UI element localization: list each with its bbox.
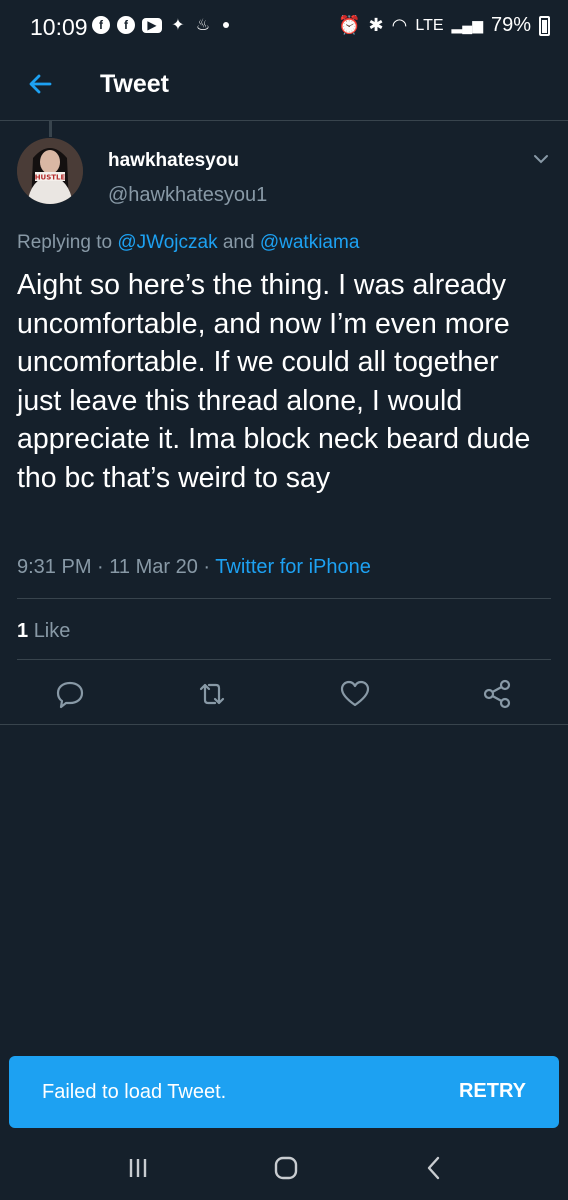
nav-back-icon[interactable] <box>418 1152 450 1184</box>
notification-icons: f f ▶ ✦ ♨ <box>92 16 229 34</box>
mention-link[interactable]: @watkiama <box>260 232 360 253</box>
replying-and: and <box>222 232 255 253</box>
like-count: 1 <box>17 620 29 642</box>
reply-icon[interactable] <box>54 678 86 710</box>
more-notifications-dot <box>223 22 229 28</box>
tweet-actions <box>0 672 568 716</box>
page-title: Tweet <box>100 70 169 98</box>
chevron-down-icon[interactable] <box>532 150 550 168</box>
alarm-icon: ⏰ <box>338 15 361 35</box>
retweet-icon[interactable] <box>196 678 228 710</box>
avatar-image: HUSTLE <box>17 138 83 204</box>
bluetooth-icon: ✱ <box>368 15 384 35</box>
system-icons: ⏰ ✱ ◠ LTE ▂▄▆ 79% <box>338 14 550 37</box>
tweet-source[interactable]: Twitter for iPhone <box>215 556 371 578</box>
toast-message: Failed to load Tweet. <box>42 1081 227 1103</box>
meta-separator: · <box>97 556 110 578</box>
replying-prefix: Replying to <box>17 232 113 253</box>
share-icon[interactable] <box>481 678 513 710</box>
home-icon[interactable] <box>270 1152 302 1184</box>
battery-icon <box>539 15 550 36</box>
tweet-meta: 9:31 PM · 11 Mar 20 · Twitter for iPhone <box>17 556 371 579</box>
network-type: LTE <box>415 16 444 34</box>
wifi-icon: ◠ <box>391 15 408 35</box>
replying-to: Replying to @JWojczak and @watkiama <box>17 232 359 254</box>
avatar-shirt-text: HUSTLE <box>35 174 66 182</box>
status-bar: 10:09 f f ▶ ✦ ♨ ⏰ ✱ ◠ LTE ▂▄▆ 79% <box>0 0 568 56</box>
status-time: 10:09 <box>30 14 88 40</box>
youtube-icon: ▶ <box>142 17 162 33</box>
divider <box>0 724 568 725</box>
meta-separator: · <box>203 556 216 578</box>
back-arrow-icon[interactable] <box>24 68 56 100</box>
like-icon[interactable] <box>339 678 371 710</box>
retry-button[interactable]: RETRY <box>459 1080 526 1103</box>
mention-link[interactable]: @JWojczak <box>117 232 217 253</box>
display-name[interactable]: hawkhatesyou <box>108 150 239 172</box>
divider <box>17 659 551 660</box>
app-header: Tweet <box>0 56 568 121</box>
tweet-date: 11 Mar 20 <box>109 556 198 578</box>
signal-icon: ▂▄▆ <box>451 17 483 33</box>
tweet-time: 9:31 PM <box>17 556 92 578</box>
divider <box>17 598 551 599</box>
battery-percent: 79% <box>490 14 531 36</box>
avatar[interactable]: HUSTLE <box>17 138 83 204</box>
facebook-icon: f <box>92 16 110 34</box>
recents-icon[interactable] <box>122 1152 154 1184</box>
system-nav-bar <box>0 1130 568 1200</box>
facebook-icon: f <box>117 16 135 34</box>
steps-icon: ♨ <box>195 17 211 34</box>
likes-count[interactable]: 1 Like <box>17 620 70 643</box>
user-handle[interactable]: @hawkhatesyou1 <box>108 184 267 207</box>
tweet-text: Aight so here’s the thing. I was already… <box>17 269 531 494</box>
thread-connector-line <box>49 121 52 137</box>
error-toast: Failed to load Tweet. RETRY <box>9 1056 559 1128</box>
like-label: Like <box>33 620 71 642</box>
twitter-icon: ✦ <box>171 17 185 34</box>
